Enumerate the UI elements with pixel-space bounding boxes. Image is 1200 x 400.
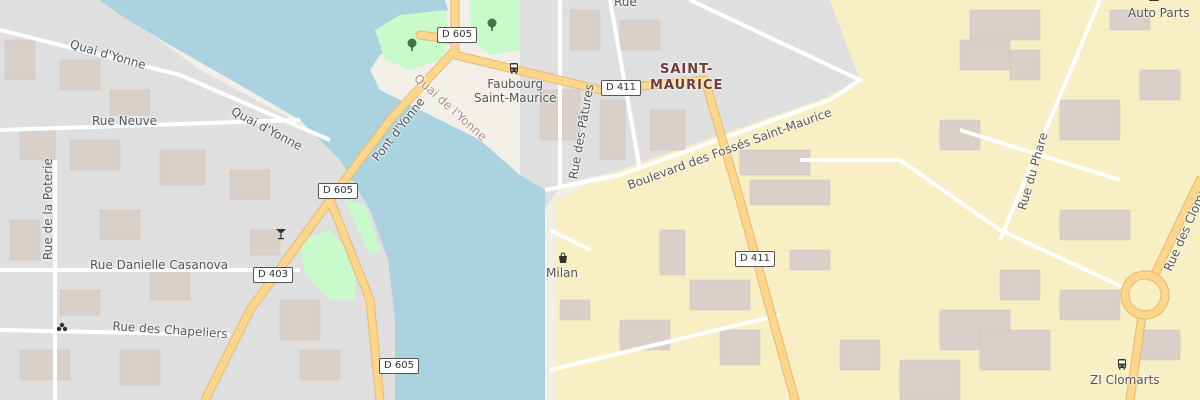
roundabout-center xyxy=(1130,280,1160,310)
road-shield-d403: D 403 xyxy=(253,267,293,283)
road-shield-d605-bottom: D 605 xyxy=(379,358,419,374)
street-label-rue-casanova: Rue Danielle Casanova xyxy=(90,258,229,272)
poi-milan[interactable]: Milan xyxy=(546,266,578,280)
tree-icon xyxy=(405,38,419,54)
district-label-line-1: SAINT- xyxy=(659,62,714,77)
street-label-rue-top: Rue xyxy=(614,0,637,9)
street-label-rue-poterie: Rue de la Poterie xyxy=(41,158,55,260)
road-shield-d605-mid: D 605 xyxy=(318,183,358,199)
bar-icon[interactable] xyxy=(275,228,287,242)
poi-faubourg-line-2: Saint-Maurice xyxy=(474,91,557,105)
poi-faubourg-saint-maurice[interactable]: Faubourg Saint-Maurice xyxy=(474,77,557,105)
tree-icon-2 xyxy=(485,18,499,34)
street-label-rue-neuve: Rue Neuve xyxy=(92,114,158,128)
map-view[interactable]: SAINT- MAURICE D 605 D 605 D 605 D 411 D… xyxy=(0,0,1200,400)
shop-icon[interactable] xyxy=(557,252,569,266)
poi-zi-clomarts[interactable]: ZI Clomarts xyxy=(1090,373,1160,387)
road-shield-d605-top: D 605 xyxy=(437,27,477,43)
theatre-icon[interactable] xyxy=(56,321,68,335)
road-shield-d411-mid: D 411 xyxy=(735,251,775,267)
road-shield-d411-top: D 411 xyxy=(601,80,641,96)
poi-auto-parts[interactable]: Auto Parts xyxy=(1128,6,1190,20)
poi-faubourg-line-1: Faubourg xyxy=(487,77,544,91)
district-label-line-2: MAURICE xyxy=(650,78,724,93)
district-label-saint-maurice: SAINT- MAURICE xyxy=(650,62,723,94)
bus-stop-icon-clomarts[interactable] xyxy=(1116,358,1128,372)
bus-stop-icon[interactable] xyxy=(508,62,520,76)
